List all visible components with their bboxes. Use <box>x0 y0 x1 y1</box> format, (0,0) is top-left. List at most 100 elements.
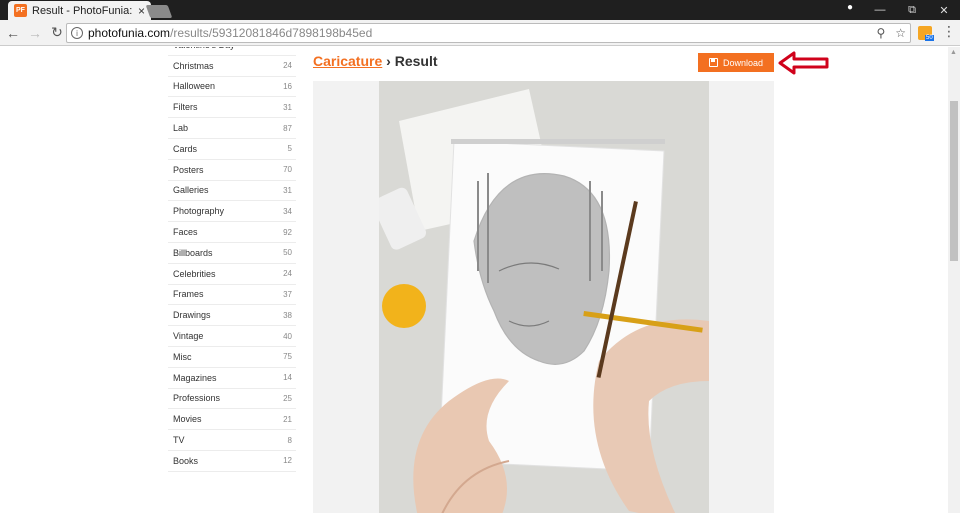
back-icon[interactable]: ← <box>4 25 22 41</box>
sidebar-item-label: Misc <box>173 351 192 362</box>
breadcrumb-caricature-link[interactable]: Caricature <box>313 53 382 69</box>
sidebar-item-label: Christmas <box>173 60 214 71</box>
sidebar-item-label: Professions <box>173 393 221 404</box>
sidebar-item-valentine-s-day[interactable]: Valentine's Day 26 <box>168 47 296 56</box>
sidebar-item-label: Faces <box>173 227 198 238</box>
sidebar-item-label: Galleries <box>173 185 209 196</box>
window-close-icon[interactable]: ✕ <box>928 4 960 17</box>
tab-close-icon[interactable]: × <box>138 4 145 18</box>
sidebar-item-label: Valentine's Day <box>173 47 235 50</box>
red-arrow-annotation-icon <box>778 51 829 75</box>
sidebar-item-count: 21 <box>283 414 292 424</box>
sidebar-item-count: 8 <box>287 435 292 445</box>
extension-badge: 50 <box>925 35 934 41</box>
page-scrollbar[interactable]: ▲ <box>948 47 960 513</box>
sidebar-item-label: Halloween <box>173 81 216 92</box>
result-image-panel <box>313 81 774 513</box>
sidebar-item-label: Billboards <box>173 247 213 258</box>
sidebar-item-frames[interactable]: Frames 37 <box>168 285 296 306</box>
sidebar-item-count: 16 <box>283 81 292 91</box>
sidebar-item-galleries[interactable]: Galleries 31 <box>168 181 296 202</box>
sidebar-item-count: 75 <box>283 352 292 362</box>
page-title: Caricature › Result <box>313 53 438 69</box>
sidebar-item-photography[interactable]: Photography 34 <box>168 201 296 223</box>
sidebar-item-count: 50 <box>283 248 292 258</box>
sidebar-item-cards[interactable]: Cards 5 <box>168 139 296 160</box>
sidebar-item-count: 92 <box>283 227 292 237</box>
sidebar-item-books[interactable]: Books 12 <box>168 451 296 472</box>
bookmark-star-icon[interactable]: ☆ <box>895 26 906 40</box>
sidebar-item-movies[interactable]: Movies 21 <box>168 409 296 431</box>
sidebar-item-count: 87 <box>283 123 292 133</box>
sidebar-item-label: Frames <box>173 289 204 300</box>
result-photo[interactable] <box>379 81 709 513</box>
save-disk-icon <box>708 58 718 67</box>
sidebar-item-celebrities[interactable]: Celebrities 24 <box>168 264 296 285</box>
download-label: Download <box>722 57 764 68</box>
sidebar-item-count: 14 <box>283 373 292 383</box>
new-tab-button[interactable] <box>145 5 173 18</box>
sidebar-item-lab[interactable]: Lab 87 <box>168 118 296 139</box>
sidebar-item-count: 12 <box>283 456 292 466</box>
info-icon[interactable]: i <box>71 27 83 39</box>
page-content: Valentine's Day 26 Christmas 24 Halloween 16 F… <box>0 47 948 513</box>
restore-icon[interactable]: ⧉ <box>896 4 928 17</box>
sidebar-item-label: Celebrities <box>173 268 216 279</box>
sidebar-item-drawings[interactable]: Drawings 38 <box>168 305 296 327</box>
sidebar-item-label: Filters <box>173 102 198 113</box>
sidebar-item-tv[interactable]: TV 8 <box>168 430 296 451</box>
reload-icon[interactable]: ↻ <box>48 24 66 41</box>
category-sidebar: Valentine's Day 26 Christmas 24 Halloween 16 F… <box>168 47 296 472</box>
minimize-icon[interactable]: — <box>864 4 896 16</box>
photofunia-favicon-icon: PF <box>14 4 27 17</box>
address-bar[interactable]: i photofunia.com /results/59312081846d78… <box>66 23 911 43</box>
tab-title: Result - PhotoFunia: Free <box>32 4 134 17</box>
sidebar-item-posters[interactable]: Posters 70 <box>168 160 296 181</box>
sidebar-item-vintage[interactable]: Vintage 40 <box>168 326 296 347</box>
sidebar-item-label: Photography <box>173 206 225 217</box>
sidebar-item-misc[interactable]: Misc 75 <box>168 347 296 368</box>
profile-icon[interactable]: ● <box>842 2 858 16</box>
sidebar-item-count: 31 <box>283 185 292 195</box>
url-path: /results/59312081846d7898198b45ed <box>170 26 373 40</box>
sidebar-item-professions[interactable]: Professions 25 <box>168 389 296 410</box>
sidebar-item-label: Movies <box>173 414 202 425</box>
tab-strip: PF Result - PhotoFunia: Free × ● — ⧉ ✕ <box>0 0 960 20</box>
sidebar-item-halloween[interactable]: Halloween 16 <box>168 77 296 98</box>
sidebar-item-count: 5 <box>287 144 292 154</box>
sidebar-item-label: Vintage <box>173 331 204 342</box>
breadcrumb-separator: › <box>382 53 395 69</box>
sidebar-item-billboards[interactable]: Billboards 50 <box>168 243 296 264</box>
scroll-up-icon[interactable]: ▲ <box>950 49 957 56</box>
sidebar-item-count: 24 <box>283 61 292 71</box>
sidebar-item-label: Lab <box>173 123 189 134</box>
download-button[interactable]: Download <box>698 53 774 72</box>
browser-tab[interactable]: PF Result - PhotoFunia: Free × <box>8 1 151 20</box>
zoom-search-icon[interactable]: ⚲ <box>876 26 885 40</box>
sidebar-item-count: 70 <box>283 165 292 175</box>
scrollbar-thumb[interactable] <box>950 101 958 261</box>
window-controls: — ⧉ ✕ <box>864 0 960 20</box>
sidebar-item-count: 31 <box>283 102 292 112</box>
sidebar-item-label: Books <box>173 455 199 466</box>
sidebar-item-filters[interactable]: Filters 31 <box>168 97 296 119</box>
url-domain: photofunia.com <box>88 26 171 40</box>
sidebar-item-label: Cards <box>173 143 198 154</box>
sidebar-item-count: 24 <box>283 269 292 279</box>
browser-menu-icon[interactable]: ⋮ <box>942 23 956 40</box>
sidebar-item-count: 40 <box>283 331 292 341</box>
sidebar-item-label: Magazines <box>173 372 217 383</box>
browser-toolbar: ← → ↻ i photofunia.com /results/59312081… <box>0 20 960 46</box>
forward-icon[interactable]: → <box>26 25 44 41</box>
sidebar-item-count: 37 <box>283 289 292 299</box>
sidebar-item-count: 38 <box>283 310 292 320</box>
sidebar-item-count: 25 <box>283 393 292 403</box>
sidebar-item-label: TV <box>173 435 185 446</box>
sidebar-item-count: 26 <box>283 47 292 49</box>
sidebar-item-faces[interactable]: Faces 92 <box>168 222 296 243</box>
breadcrumb-current: Result <box>394 53 438 69</box>
sidebar-item-label: Posters <box>173 164 204 175</box>
sidebar-item-christmas[interactable]: Christmas 24 <box>168 56 296 77</box>
sidebar-item-magazines[interactable]: Magazines 14 <box>168 368 296 389</box>
sidebar-item-count: 34 <box>283 206 292 216</box>
